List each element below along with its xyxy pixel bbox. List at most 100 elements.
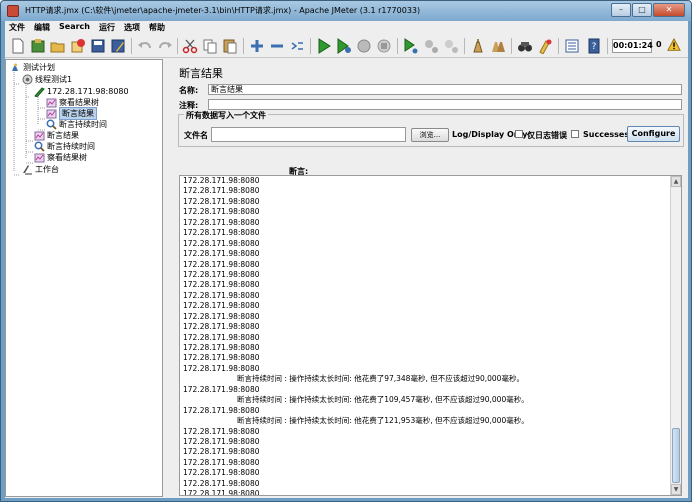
elapsed-timer: 00:01:24 (612, 39, 653, 53)
configure-button[interactable]: Configure (627, 126, 680, 142)
result-host-line: 172.28.171.98:8080 (183, 468, 260, 478)
panel-title: 断言结果 (179, 67, 223, 80)
menu-help[interactable]: 帮助 (145, 21, 170, 34)
result-host-line: 172.28.171.98:8080 (183, 290, 260, 300)
filename-label: 文件名 (184, 131, 208, 140)
shutdown-icon[interactable] (375, 37, 393, 55)
search-icon[interactable] (516, 37, 534, 55)
thread-group-icon (22, 74, 33, 85)
result-host-line: 172.28.171.98:8080 (183, 353, 260, 363)
function-helper-icon[interactable] (563, 37, 581, 55)
tree-item-label: 断言结果 (47, 131, 79, 140)
assertion-results-textarea[interactable]: 172.28.171.98:8080 172.28.171.98:8080 172.… (179, 175, 682, 496)
tree-item-label: 察看结果树 (47, 153, 87, 162)
new-icon[interactable] (9, 37, 27, 55)
remote-shutdown-icon[interactable] (442, 37, 460, 55)
result-host-line: 172.28.171.98:8080 (183, 207, 260, 217)
tree-item-label: 测试计划 (23, 63, 55, 72)
toolbar: ? 00:01:24 0 (5, 34, 688, 58)
toggle-icon[interactable] (288, 37, 306, 55)
copy-icon[interactable] (201, 37, 219, 55)
save-as-icon[interactable] (109, 37, 127, 55)
save-icon[interactable] (89, 37, 107, 55)
assertion-results-panel: 断言结果 名称: 断言结果 注释: 所有数据写入一个文件 文件名 浏览... L… (168, 59, 688, 497)
paste-icon[interactable] (221, 37, 239, 55)
name-field[interactable]: 断言结果 (208, 84, 682, 95)
test-plan-tree[interactable]: 测试计划 线程测试1 172.28.171.98:8080 察看结果树 断言结果… (5, 59, 163, 497)
listener-icon (46, 97, 57, 108)
listener-icon (46, 108, 57, 119)
close-icon[interactable] (69, 37, 87, 55)
vertical-scrollbar[interactable]: ▲ ▼ (670, 176, 681, 495)
redo-icon[interactable] (156, 37, 174, 55)
minimize-button[interactable]: – (611, 3, 631, 17)
collapse-icon[interactable] (268, 37, 286, 55)
assertion-icon (46, 119, 57, 130)
workbench-icon (22, 164, 33, 175)
close-window-button[interactable]: ✕ (653, 3, 685, 17)
error-count: 0 (656, 40, 662, 49)
tree-item-test-plan[interactable]: 测试计划 (10, 62, 55, 73)
tree-item-assertion-results[interactable]: 断言结果 (34, 130, 79, 141)
tree-item-label: 工作台 (35, 165, 59, 174)
templates-icon[interactable] (29, 37, 47, 55)
result-host-line: 172.28.171.98:8080 (183, 343, 260, 352)
expand-icon[interactable] (248, 37, 266, 55)
result-host-line: 172.28.171.98:8080 (183, 186, 260, 196)
results-lines: 172.28.171.98:8080 172.28.171.98:8080 172.… (183, 176, 663, 496)
result-host-line: 172.28.171.98:8080 (183, 332, 260, 342)
open-icon[interactable] (49, 37, 67, 55)
tree-item-assertion-results-selected[interactable]: 断言结果 (46, 107, 97, 120)
result-host-line: 172.28.171.98:8080 (183, 176, 260, 185)
tree-item-view-results-tree-2[interactable]: 察看结果树 (34, 152, 87, 163)
maximize-button[interactable]: □ (632, 3, 652, 17)
comment-field[interactable] (208, 99, 682, 110)
title-bar[interactable]: HTTP请求.jmx (C:\软件\jmeter\apache-jmeter-3… (1, 1, 691, 21)
reset-search-icon[interactable] (536, 37, 554, 55)
tree-item-workbench[interactable]: 工作台 (22, 164, 59, 175)
listener-icon (34, 152, 45, 163)
scroll-up-icon[interactable]: ▲ (671, 176, 681, 187)
result-host-line: 172.28.171.98:8080 (183, 405, 260, 415)
result-message-line: 断言持续时间 : 操作持续太长时间: 他花费了97,348毫秒, 但不应该超过9… (237, 374, 524, 384)
warning-icon[interactable] (667, 38, 681, 52)
start-no-pause-icon[interactable] (335, 37, 353, 55)
result-host-line: 172.28.171.98:8080 (183, 457, 260, 467)
menu-search[interactable]: Search (55, 21, 95, 34)
successes-checkbox[interactable] (571, 130, 579, 138)
listener-icon (34, 130, 45, 141)
menu-file[interactable]: 文件 (5, 21, 30, 34)
write-to-file-title: 所有数据写入一个文件 (184, 110, 268, 121)
browse-button[interactable]: 浏览... (411, 128, 449, 142)
tree-item-label: 172.28.171.98:8080 (47, 87, 129, 96)
result-host-line: 172.28.171.98:8080 (183, 447, 260, 457)
help-icon[interactable]: ? (585, 37, 603, 55)
stop-icon[interactable] (355, 37, 373, 55)
cut-icon[interactable] (181, 37, 199, 55)
clear-all-icon[interactable] (489, 37, 507, 55)
undo-icon[interactable] (136, 37, 154, 55)
result-host-line: 172.28.171.98:8080 (183, 384, 260, 394)
result-host-line: 172.28.171.98:8080 (183, 196, 260, 206)
tree-item-label: 线程测试1 (35, 75, 73, 84)
name-label: 名称: (179, 86, 199, 95)
assertion-icon (34, 141, 45, 152)
scroll-thumb[interactable] (672, 428, 680, 483)
tree-item-duration-assertion-2[interactable]: 断言持续时间 (34, 141, 95, 152)
remote-stop-icon[interactable] (422, 37, 440, 55)
tree-item-label: 断言持续时间 (47, 142, 95, 151)
tree-item-thread-group[interactable]: 线程测试1 (22, 74, 72, 85)
errors-only-checkbox[interactable] (515, 130, 523, 138)
tree-item-duration-assertion[interactable]: 断言持续时间 (46, 119, 107, 130)
scroll-down-icon[interactable]: ▼ (671, 484, 681, 495)
menu-run[interactable]: 运行 (95, 21, 120, 34)
filename-input[interactable] (211, 127, 406, 142)
menu-options[interactable]: 选项 (120, 21, 145, 34)
remote-start-icon[interactable] (402, 37, 420, 55)
result-host-line: 172.28.171.98:8080 (183, 363, 260, 373)
start-icon[interactable] (315, 37, 333, 55)
result-host-line: 172.28.171.98:8080 (183, 489, 260, 496)
tree-item-http-sampler[interactable]: 172.28.171.98:8080 (34, 86, 129, 97)
clear-icon[interactable] (469, 37, 487, 55)
menu-edit[interactable]: 编辑 (30, 21, 55, 34)
